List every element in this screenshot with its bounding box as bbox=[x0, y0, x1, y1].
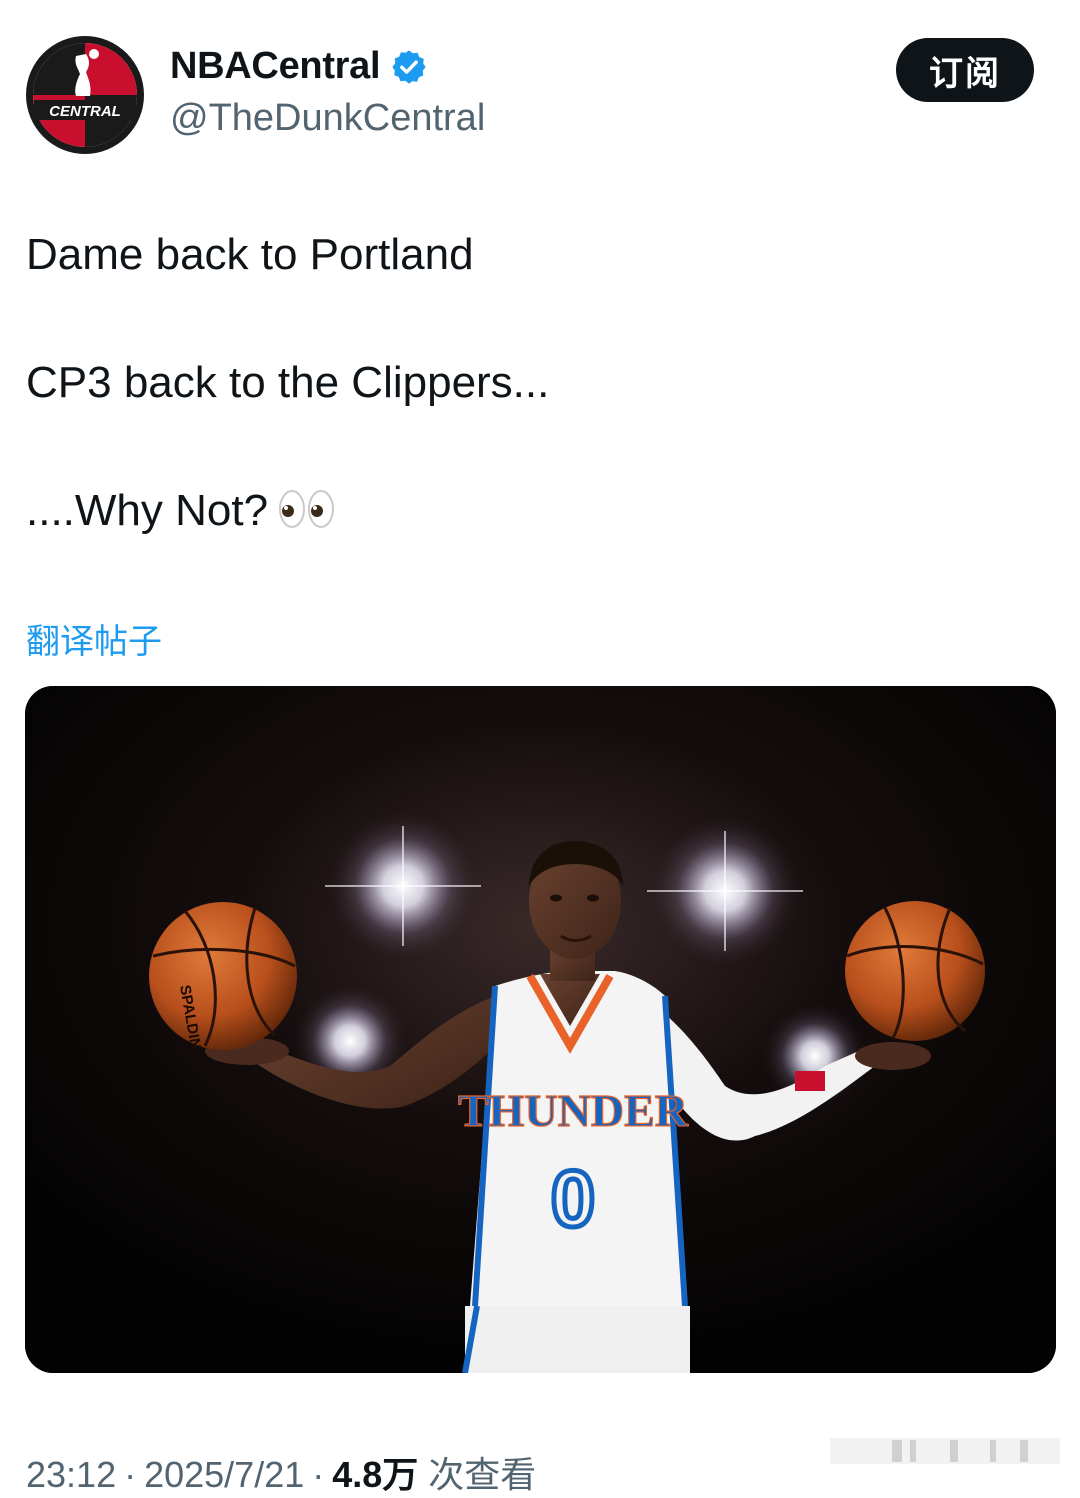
avatar-text: CENTRAL bbox=[49, 103, 121, 120]
tweet-text-line-2: CP3 back to the Clippers... bbox=[26, 358, 550, 407]
subscribe-button[interactable]: 订阅 bbox=[896, 38, 1034, 102]
views-label: 次查看 bbox=[428, 1455, 537, 1496]
views-count: 4.8万 bbox=[332, 1454, 419, 1495]
tweet-text-line-3: ....Why Not? bbox=[26, 485, 336, 538]
meta-separator: · bbox=[124, 1454, 137, 1495]
jersey-team-text: THUNDER bbox=[458, 1085, 689, 1136]
account-handle[interactable]: @TheDunkCentral bbox=[170, 97, 485, 140]
translate-post-link[interactable]: 翻译帖子 bbox=[26, 614, 162, 663]
tweet-meta: 23:12 · 2025/7/21 · 4.8万 次查看 bbox=[26, 1446, 536, 1498]
basketball-right bbox=[845, 901, 985, 1041]
player-photo: SPALDING THUNDER 0 bbox=[25, 686, 1056, 1373]
account-avatar[interactable]: CENTRAL bbox=[24, 34, 146, 156]
tweet-text-line-1: Dame back to Portland bbox=[26, 230, 474, 279]
meta-separator: · bbox=[312, 1454, 325, 1495]
account-name-row[interactable]: NBACentral bbox=[170, 45, 428, 88]
verified-badge-icon bbox=[390, 48, 428, 86]
tweet-text-why-not: ....Why Not? bbox=[26, 486, 269, 535]
tweet-time[interactable]: 23:12 bbox=[26, 1454, 116, 1496]
eyes-emoji-icon bbox=[278, 487, 336, 531]
jersey-number-text: 0 bbox=[551, 1154, 596, 1243]
watermark bbox=[830, 1430, 1060, 1470]
nba-central-logo-icon: CENTRAL bbox=[26, 36, 144, 154]
tweet-date[interactable]: 2025/7/21 bbox=[144, 1454, 304, 1496]
display-name[interactable]: NBACentral bbox=[170, 45, 381, 88]
tweet-media-image[interactable]: SPALDING THUNDER 0 bbox=[25, 686, 1056, 1373]
